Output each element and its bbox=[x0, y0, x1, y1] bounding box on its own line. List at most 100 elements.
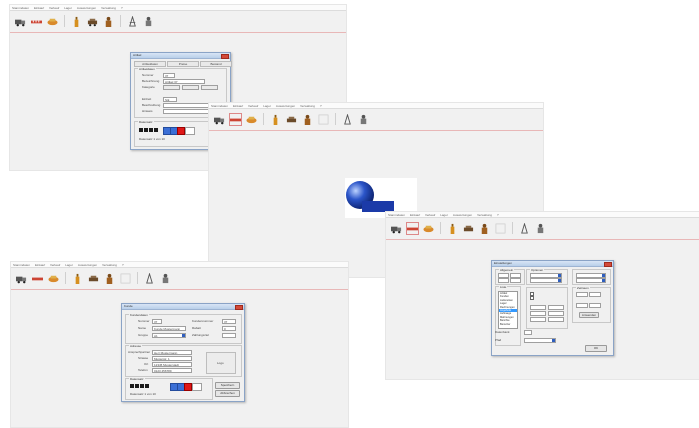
next-record-icon[interactable] bbox=[140, 384, 144, 388]
street-field[interactable]: Musterstr. 1 bbox=[152, 356, 192, 361]
blank-icon[interactable] bbox=[317, 113, 330, 126]
hand-money-icon[interactable] bbox=[47, 272, 60, 285]
car-icon[interactable] bbox=[87, 272, 100, 285]
menu-item[interactable]: Stammdaten bbox=[388, 213, 405, 217]
extra-field-1[interactable] bbox=[530, 317, 546, 322]
blank-icon[interactable] bbox=[494, 222, 507, 235]
cancel-button[interactable]: Abbrechen bbox=[215, 390, 240, 397]
tower-icon[interactable] bbox=[126, 15, 139, 28]
right-select-2[interactable] bbox=[576, 278, 606, 283]
worker-icon[interactable] bbox=[534, 222, 547, 235]
extra-field-2[interactable] bbox=[548, 317, 564, 322]
city-field[interactable]: 12345 Musterstadt bbox=[152, 362, 192, 367]
car-icon[interactable] bbox=[462, 222, 475, 235]
menu-item[interactable]: Verwaltung bbox=[101, 6, 116, 10]
period-field-3[interactable] bbox=[576, 303, 588, 308]
apply-button[interactable]: Anwenden bbox=[579, 312, 599, 318]
tab-prices[interactable]: Preise bbox=[167, 61, 199, 67]
hand-money-icon[interactable] bbox=[46, 15, 59, 28]
menu-item[interactable]: Einkauf bbox=[233, 104, 243, 108]
time-from-field[interactable] bbox=[530, 311, 546, 316]
list-item[interactable]: Benutzer bbox=[499, 323, 517, 326]
bottle-icon[interactable] bbox=[269, 113, 282, 126]
menu-item[interactable]: Lager bbox=[263, 104, 271, 108]
date-from-field[interactable] bbox=[530, 305, 546, 310]
menu-item[interactable]: Stammdaten bbox=[12, 6, 29, 10]
menu-item[interactable]: Verwaltung bbox=[300, 104, 315, 108]
close-icon[interactable] bbox=[235, 304, 243, 310]
general-field-4[interactable] bbox=[510, 278, 521, 283]
tower-icon[interactable] bbox=[143, 272, 156, 285]
menu-item[interactable]: ? bbox=[320, 104, 322, 108]
path-select[interactable] bbox=[524, 338, 556, 343]
person-icon[interactable] bbox=[301, 113, 314, 126]
customer-id-field[interactable]: 37 bbox=[222, 319, 236, 324]
prev-record-icon[interactable] bbox=[135, 384, 139, 388]
menu-item[interactable]: Auswertungen bbox=[276, 104, 295, 108]
category-field-3[interactable] bbox=[201, 85, 218, 90]
truck-icon[interactable] bbox=[390, 222, 403, 235]
customer-number-field[interactable]: 37 bbox=[152, 319, 162, 324]
save-button[interactable]: Speichern bbox=[215, 382, 240, 389]
tower-icon[interactable] bbox=[341, 113, 354, 126]
menu-item[interactable]: Einkauf bbox=[35, 263, 45, 267]
person-icon[interactable] bbox=[103, 272, 116, 285]
menu-item[interactable]: ? bbox=[122, 263, 124, 267]
unit-field[interactable]: Stk bbox=[163, 97, 177, 102]
general-field-3[interactable] bbox=[498, 278, 509, 283]
tower-icon[interactable] bbox=[518, 222, 531, 235]
logo-image-box[interactable]: Logo bbox=[206, 352, 236, 374]
menu-item[interactable]: Verkauf bbox=[50, 263, 60, 267]
truck-icon[interactable] bbox=[15, 272, 28, 285]
hand-money-icon[interactable] bbox=[422, 222, 435, 235]
menu-item[interactable]: Verkauf bbox=[248, 104, 258, 108]
search-record-field[interactable] bbox=[192, 383, 202, 391]
option-select-2[interactable] bbox=[530, 278, 562, 283]
menu-item[interactable]: Verwaltung bbox=[102, 263, 117, 267]
ok-button[interactable]: OK bbox=[585, 345, 607, 352]
menu-item[interactable]: Auswertungen bbox=[453, 213, 472, 217]
truck-icon[interactable] bbox=[14, 15, 27, 28]
search-record-field[interactable] bbox=[185, 127, 195, 135]
ruler-icon[interactable] bbox=[229, 112, 242, 126]
menu-item[interactable]: Lager bbox=[64, 6, 72, 10]
category-field[interactable] bbox=[163, 85, 180, 90]
menu-item[interactable]: Stammdaten bbox=[13, 263, 30, 267]
hand-money-icon[interactable] bbox=[245, 113, 258, 126]
menu-item[interactable]: Stammdaten bbox=[211, 104, 228, 108]
time-to-field[interactable] bbox=[548, 311, 564, 316]
period-field-1[interactable] bbox=[576, 292, 588, 297]
phone-field[interactable]: 0123 456789 bbox=[152, 368, 192, 373]
ruler-icon[interactable] bbox=[406, 221, 419, 235]
car-icon[interactable] bbox=[285, 113, 298, 126]
first-record-icon[interactable] bbox=[139, 128, 143, 132]
tab-stock[interactable]: Bestand bbox=[200, 61, 232, 67]
person-icon[interactable] bbox=[102, 15, 115, 28]
bottle-icon[interactable] bbox=[446, 222, 459, 235]
customer-group-select[interactable]: A1 bbox=[152, 333, 186, 338]
contact-field[interactable]: Herr Mustermann bbox=[152, 350, 192, 355]
delete-record-icon[interactable] bbox=[184, 383, 192, 391]
truck-icon[interactable] bbox=[213, 113, 226, 126]
person-icon[interactable] bbox=[478, 222, 491, 235]
ruler-icon[interactable] bbox=[31, 272, 44, 285]
menu-item[interactable]: Verkauf bbox=[49, 6, 59, 10]
first-record-icon[interactable] bbox=[130, 384, 134, 388]
bottle-icon[interactable] bbox=[70, 15, 83, 28]
payment-term-field[interactable] bbox=[222, 333, 236, 338]
worker-icon[interactable] bbox=[159, 272, 172, 285]
menu-item[interactable]: Auswertungen bbox=[77, 6, 96, 10]
last-record-icon[interactable] bbox=[154, 128, 158, 132]
menu-item[interactable]: Einkauf bbox=[410, 213, 420, 217]
menu-item[interactable]: ? bbox=[121, 6, 123, 10]
menu-item[interactable]: Lager bbox=[440, 213, 448, 217]
bottle-icon[interactable] bbox=[71, 272, 84, 285]
ruler-icon[interactable] bbox=[30, 15, 43, 28]
close-icon[interactable] bbox=[221, 53, 229, 59]
period-field-4[interactable] bbox=[589, 303, 601, 308]
database-field[interactable] bbox=[524, 330, 532, 335]
car-icon[interactable] bbox=[86, 15, 99, 28]
menu-item[interactable]: Auswertungen bbox=[78, 263, 97, 267]
last-record-icon[interactable] bbox=[145, 384, 149, 388]
customer-name-field[interactable]: Kunde Mustermann bbox=[152, 326, 186, 331]
